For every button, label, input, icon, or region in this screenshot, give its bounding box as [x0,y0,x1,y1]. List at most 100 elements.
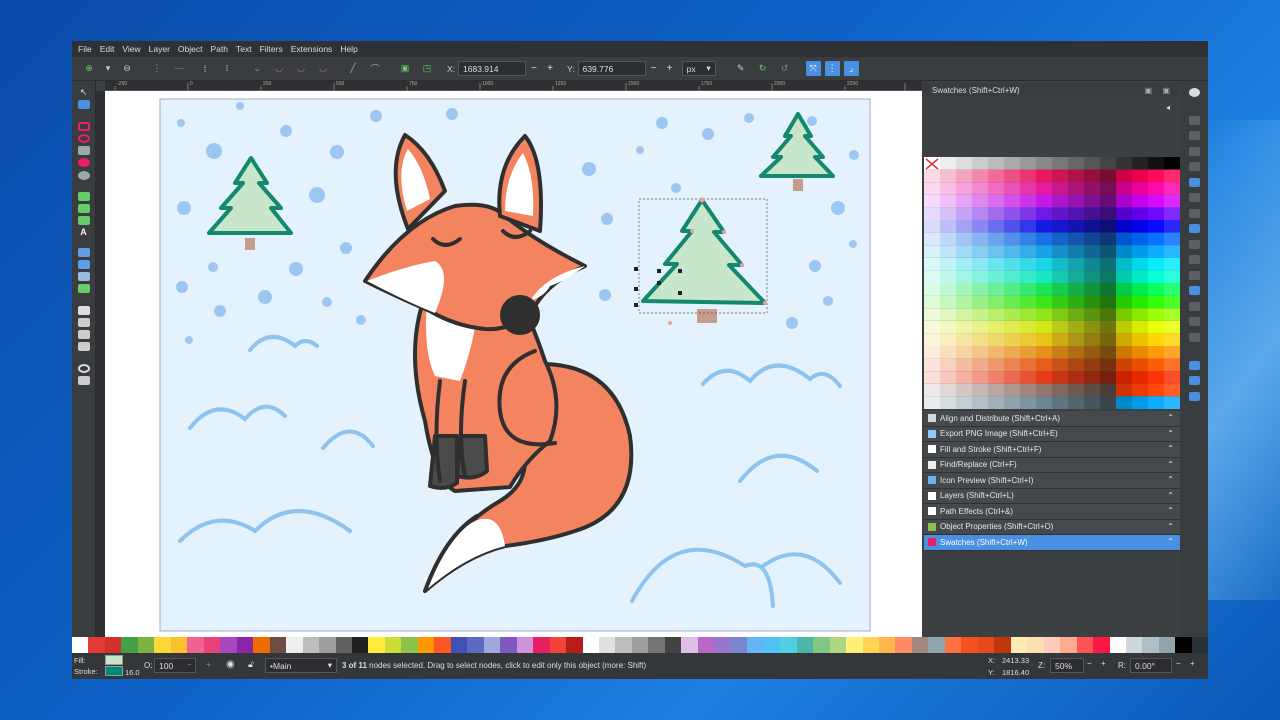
x-coordinate-field[interactable]: 1683.914 [458,61,527,76]
swatch-cell[interactable] [1084,346,1100,359]
swatch-cell[interactable] [956,283,972,296]
swatch-cell[interactable] [956,157,972,170]
swatch-cell[interactable] [1116,245,1132,258]
insert-node-icon[interactable]: ⊕ [82,62,96,76]
menu-filters[interactable]: Filters [260,44,283,54]
swatch-cell[interactable] [1116,358,1132,372]
swatch-cell[interactable] [1052,157,1068,170]
swatch-cell[interactable] [1004,383,1020,397]
snap-toggle-icon[interactable] [1188,87,1200,97]
palette-swatch[interactable] [1010,637,1028,653]
palette-swatch[interactable] [137,637,155,653]
swatch-cell[interactable] [988,283,1004,296]
swatch-cell[interactable] [1084,358,1100,372]
palette-swatch[interactable] [714,637,731,653]
swatch-cell[interactable] [1100,257,1116,271]
swatch-cell[interactable] [1020,169,1036,183]
swatch-cell[interactable] [1036,371,1052,384]
snap-rotation-icon[interactable] [1188,286,1200,295]
swatch-cell[interactable] [940,396,956,409]
dock-panel-4[interactable]: Icon Preview (Shift+Ctrl+I) ⌃ [924,473,1180,489]
auto-smooth-node-icon[interactable]: ◡ [316,62,330,76]
zoom-field[interactable]: 50% [1050,658,1084,673]
swatch-cell[interactable] [924,283,940,296]
swatch-cell[interactable] [972,346,988,359]
swatch-cell[interactable] [940,346,956,359]
chevron-up-icon[interactable]: ⌃ [1167,444,1174,453]
swatch-cell[interactable] [1116,396,1132,409]
swatch-cell[interactable] [1116,320,1132,334]
swatch-cell[interactable] [972,308,988,321]
swatch-cell[interactable] [1148,257,1164,271]
swatch-cell[interactable] [956,358,972,372]
swatch-cell[interactable] [1052,245,1068,258]
swatch-cell[interactable] [972,232,988,246]
swatch-cell[interactable] [988,396,1004,409]
palette-swatch[interactable] [1109,637,1126,653]
swatch-cell[interactable] [1148,270,1164,283]
swatch-cell[interactable] [1164,207,1180,220]
swatch-cell[interactable] [988,308,1004,321]
swatch-cell[interactable] [956,257,972,271]
swatch-cell[interactable] [924,257,940,271]
swatch-cell[interactable] [956,220,972,233]
swatch-cell[interactable] [940,320,956,334]
swatch-cell[interactable] [1132,207,1148,220]
show-outline-icon[interactable]: ✎ [734,62,748,76]
swatch-cell[interactable] [1036,295,1052,309]
palette-swatch[interactable] [500,637,517,653]
swatch-cell[interactable] [1116,157,1132,170]
palette-swatch[interactable] [121,637,138,653]
swatch-cell[interactable] [972,169,988,183]
palette-swatch[interactable] [730,637,748,653]
snap-bbox-icon[interactable] [1188,115,1200,125]
snap-bbox-edge-icon[interactable] [1188,131,1200,140]
swatch-cell[interactable] [940,333,956,346]
rotation-plus-button[interactable]: + [1190,659,1195,668]
palette-swatch[interactable] [977,637,995,653]
swatch-cell[interactable] [956,346,972,359]
swatch-cell[interactable] [1132,220,1148,233]
stroke-to-path-icon[interactable]: ◳ [420,62,434,76]
opacity-minus-button[interactable]: − [187,660,192,669]
palette-swatch[interactable] [483,637,501,653]
symmetric-node-icon[interactable]: ◡ [294,62,308,76]
swatch-cell[interactable] [940,157,956,170]
swatch-cell[interactable] [1052,346,1068,359]
swatch-cell[interactable] [988,358,1004,372]
chevron-up-icon[interactable]: ⌃ [1167,491,1174,500]
rectangle-tool-icon[interactable] [77,121,90,131]
swatch-menu-arrow-icon[interactable]: ◂ [1166,103,1170,112]
swatch-cell[interactable] [1036,220,1052,233]
swatch-cell[interactable] [972,383,988,397]
ellipse-tool-icon[interactable] [77,133,90,143]
swatch-cell[interactable] [956,308,972,321]
swatch-cell[interactable] [1004,320,1020,334]
menu-object[interactable]: Object [178,44,203,54]
palette-swatch[interactable] [1093,637,1110,653]
swatch-cell[interactable] [1020,295,1036,309]
palette-swatch[interactable] [648,637,665,653]
swatch-cell[interactable] [1100,320,1116,334]
palette-swatch[interactable] [467,637,484,653]
swatch-cell[interactable] [924,371,940,384]
swatch-cell[interactable] [1164,333,1180,346]
swatch-cell[interactable] [924,358,940,372]
swatch-cell[interactable] [1100,333,1116,346]
swatch-cell[interactable] [1084,220,1100,233]
swatch-cell[interactable] [1148,220,1164,233]
swatch-cell[interactable] [924,232,940,246]
palette-swatch[interactable] [72,637,89,653]
break-path-icon[interactable]: ⋯ [172,62,186,76]
swatch-cell[interactable] [1004,220,1020,233]
text-tool-icon[interactable]: A [78,228,90,237]
palette-swatch[interactable] [187,637,204,653]
palette-swatch[interactable] [846,637,863,653]
swatch-cell[interactable] [1068,358,1084,372]
swatch-cell[interactable] [940,371,956,384]
palette-swatch[interactable] [911,637,929,653]
swatch-cell[interactable] [1084,295,1100,309]
swatch-cell[interactable] [1004,270,1020,283]
swatch-cell[interactable] [1004,245,1020,258]
swatch-cell[interactable] [1052,182,1068,195]
